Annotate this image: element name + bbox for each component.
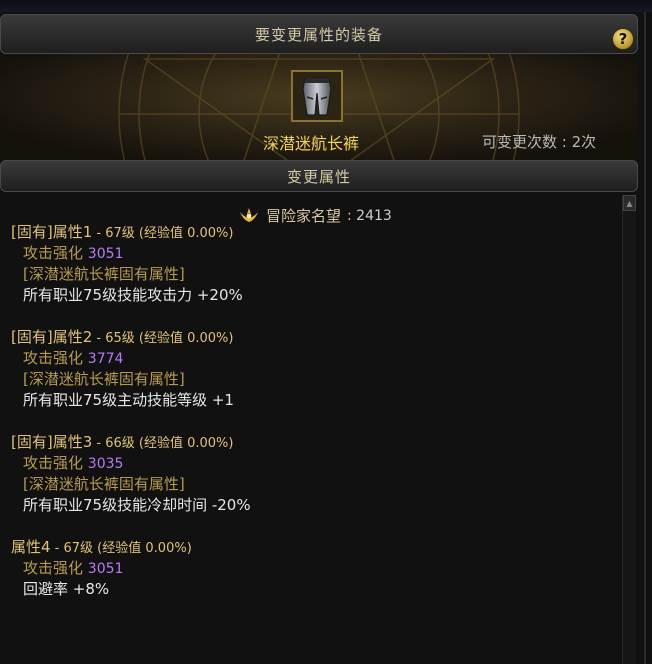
attribute-level: - 65级 (经验值 <box>92 331 188 346</box>
window-title: 要变更属性的装备 <box>254 25 383 44</box>
attribute-level: - 66级 (经验值 <box>92 436 188 451</box>
attribute-title: [固有]属性1 <box>11 223 93 241</box>
scrollbar[interactable]: ▲ <box>622 195 636 664</box>
attribute-exp: 0.00%) <box>187 436 234 451</box>
attribute-source: [深潜迷航长裤固有属性] <box>23 475 185 493</box>
pants-icon <box>302 77 332 116</box>
section-title: 变更属性 <box>286 167 351 186</box>
top-strip <box>0 0 652 12</box>
stat-value: 3051 <box>87 246 124 262</box>
attribute-effect: 回避率 +8% <box>23 580 110 598</box>
attribute-effect: 所有职业75级主动技能等级 +1 <box>23 391 234 409</box>
stat-value: 3051 <box>87 561 124 577</box>
attribute-header: [固有]属性3 - 66级 (经验值 0.00%) <box>11 432 611 453</box>
attribute-source: [深潜迷航长裤固有属性] <box>23 265 185 283</box>
stat-value: 3035 <box>87 456 124 472</box>
question-icon: ? <box>618 30 628 48</box>
attribute-effect: 所有职业75级技能冷却时间 -20% <box>23 496 251 514</box>
section-header: 变更属性 <box>0 160 638 192</box>
attribute-exp: 0.00%) <box>187 226 234 241</box>
attribute-group-1: [固有]属性1 - 67级 (经验值 0.00%) 攻击强化 3051 [深潜迷… <box>11 222 611 306</box>
window-title-bar: 要变更属性的装备 <box>0 14 638 54</box>
stat-row: 攻击强化 3774 <box>11 348 611 369</box>
attribute-header: [固有]属性1 - 67级 (经验值 0.00%) <box>11 222 611 243</box>
attribute-group-4: 属性4 - 67级 (经验值 0.00%) 攻击强化 3051 回避率 +8% <box>11 537 611 600</box>
attribute-header: [固有]属性2 - 65级 (经验值 0.00%) <box>11 327 611 348</box>
attribute-list: [固有]属性1 - 67级 (经验值 0.00%) 攻击强化 3051 [深潜迷… <box>11 222 611 621</box>
stat-row: 攻击强化 3035 <box>11 453 611 474</box>
attribute-level: - 67级 (经验值 <box>50 541 146 556</box>
stat-label: 攻击强化 <box>23 454 84 472</box>
attribute-header: 属性4 - 67级 (经验值 0.00%) <box>11 537 611 558</box>
help-button[interactable]: ? <box>612 28 634 50</box>
item-name: 深潜迷航长裤 <box>263 134 360 153</box>
stat-label: 攻击强化 <box>23 349 84 367</box>
stat-row: 攻击强化 3051 <box>11 558 611 579</box>
stat-row: 攻击强化 3051 <box>11 243 611 264</box>
attribute-title: [固有]属性3 <box>11 433 93 451</box>
attribute-title: 属性4 <box>11 538 51 556</box>
attribute-title: [固有]属性2 <box>11 328 93 346</box>
stat-value: 3774 <box>87 351 124 367</box>
change-count: 可变更次数 : 2次 <box>482 133 597 151</box>
attribute-effect: 所有职业75级技能攻击力 +20% <box>23 286 243 304</box>
stat-label: 攻击强化 <box>23 244 84 262</box>
attribute-group-2: [固有]属性2 - 65级 (经验值 0.00%) 攻击强化 3774 [深潜迷… <box>11 327 611 411</box>
attribute-group-3: [固有]属性3 - 66级 (经验值 0.00%) 攻击强化 3035 [深潜迷… <box>11 432 611 516</box>
stat-label: 攻击强化 <box>23 559 84 577</box>
attribute-source: [深潜迷航长裤固有属性] <box>23 370 185 388</box>
attribute-exp: 0.00%) <box>145 541 192 556</box>
item-slot[interactable] <box>291 70 343 122</box>
scroll-up-button[interactable]: ▲ <box>623 195 636 211</box>
attribute-exp: 0.00%) <box>187 331 234 346</box>
attribute-level: - 67级 (经验值 <box>92 226 188 241</box>
